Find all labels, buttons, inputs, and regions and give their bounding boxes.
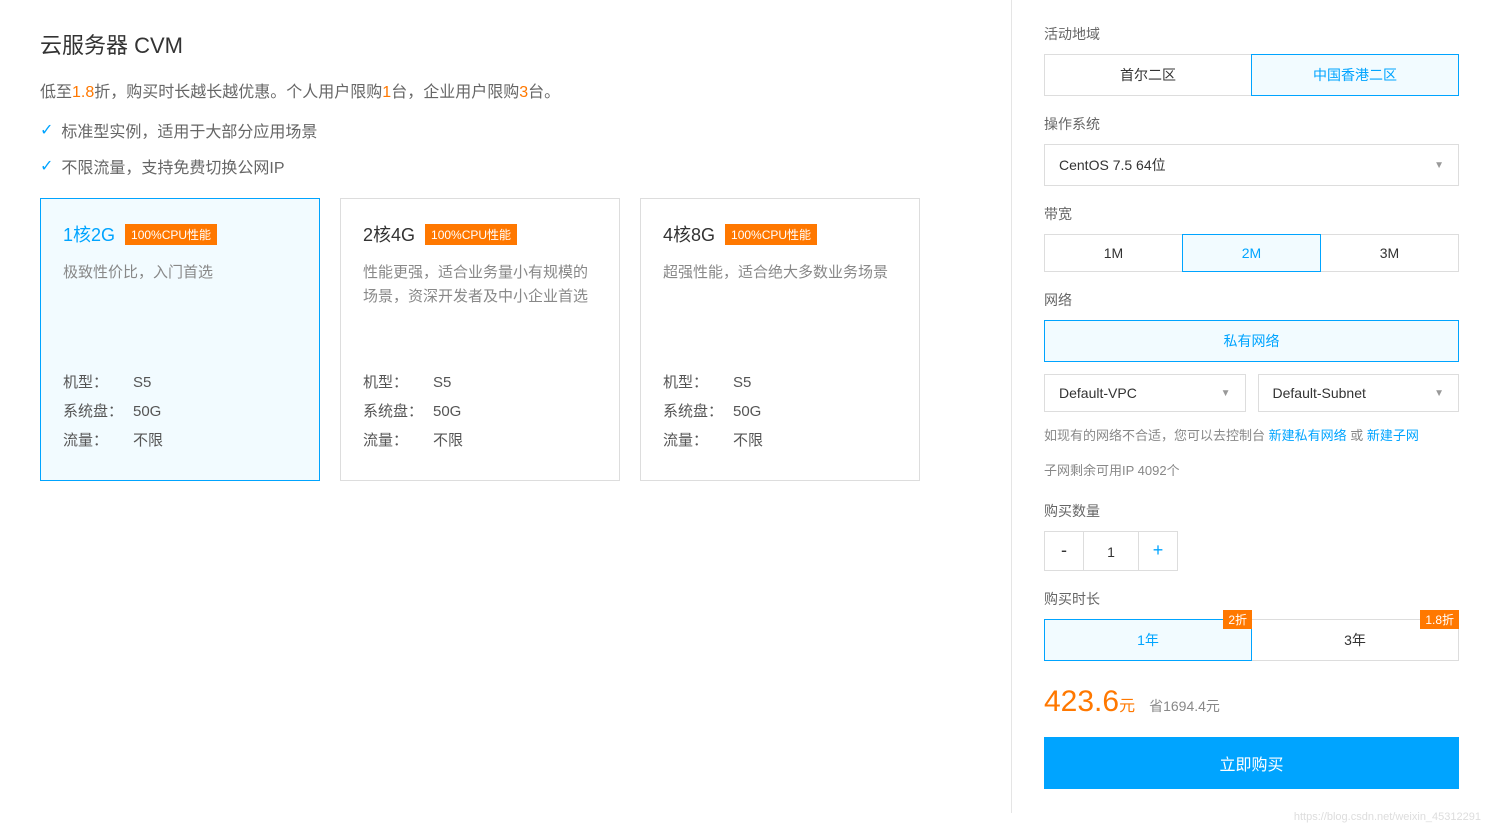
card-disk: 系统盘：50G — [363, 400, 597, 421]
card-model: 机型：S5 — [363, 371, 597, 392]
subnet-select[interactable]: Default-Subnet ▼ — [1258, 374, 1460, 412]
create-subnet-link[interactable]: 新建子网 — [1367, 428, 1419, 443]
feature-row: ✓ 标准型实例，适用于大部分应用场景 — [40, 118, 971, 142]
cpu-badge: 100%CPU性能 — [425, 224, 517, 245]
card-spec: 4核8G — [663, 221, 715, 247]
subnet-ip-hint: 子网剩余可用IP 4092个 — [1044, 459, 1459, 482]
bw-option-2m[interactable]: 2M — [1182, 234, 1321, 272]
card-disk: 系统盘：50G — [663, 400, 897, 421]
network-label: 网络 — [1044, 290, 1459, 310]
card-model: 机型：S5 — [663, 371, 897, 392]
qty-plus-button[interactable]: + — [1138, 531, 1178, 571]
discount-badge: 2折 — [1223, 610, 1252, 629]
saving-text: 省1694.4元 — [1149, 696, 1220, 716]
bw-option-1m[interactable]: 1M — [1044, 234, 1183, 272]
spec-card-4c8g[interactable]: 4核8G 100%CPU性能 超强性能，适合绝大多数业务场景 机型：S5 系统盘… — [640, 198, 920, 481]
region-label: 活动地域 — [1044, 24, 1459, 44]
source-url: https://blog.csdn.net/weixin_45312291 — [1294, 811, 1481, 823]
quantity-label: 购买数量 — [1044, 501, 1459, 521]
buy-now-button[interactable]: 立即购买 — [1044, 737, 1459, 789]
network-hint: 如现有的网络不合适，您可以去控制台 新建私有网络 或 新建子网 — [1044, 424, 1459, 447]
os-value: CentOS 7.5 64位 — [1059, 155, 1166, 175]
vpc-select[interactable]: Default-VPC ▼ — [1044, 374, 1246, 412]
caret-down-icon: ▼ — [1434, 388, 1444, 399]
feature-row: ✓ 不限流量，支持免费切换公网IP — [40, 154, 971, 178]
card-model: 机型：S5 — [63, 371, 297, 392]
spec-card-1c2g[interactable]: 1核2G 100%CPU性能 极致性价比，入门首选 机型：S5 系统盘：50G … — [40, 198, 320, 481]
card-desc: 超强性能，适合绝大多数业务场景 — [663, 261, 897, 331]
spec-cards: 1核2G 100%CPU性能 极致性价比，入门首选 机型：S5 系统盘：50G … — [40, 198, 971, 481]
card-spec: 1核2G — [63, 221, 115, 247]
subnet-value: Default-Subnet — [1273, 385, 1366, 401]
region-option-seoul[interactable]: 首尔二区 — [1044, 54, 1252, 96]
page-title: 云服务器 CVM — [40, 28, 971, 60]
region-option-hongkong[interactable]: 中国香港二区 — [1251, 54, 1459, 96]
duration-label: 购买时长 — [1044, 589, 1459, 609]
card-flow: 流量：不限 — [663, 429, 897, 450]
vpc-value: Default-VPC — [1059, 385, 1137, 401]
price: 423.6元 — [1044, 685, 1135, 719]
cpu-badge: 100%CPU性能 — [725, 224, 817, 245]
duration-option-1y[interactable]: 1年 2折 — [1044, 619, 1252, 661]
network-type-private[interactable]: 私有网络 — [1044, 320, 1459, 362]
bw-option-3m[interactable]: 3M — [1320, 234, 1459, 272]
discount-badge: 1.8折 — [1420, 610, 1459, 629]
page-subtitle: 低至1.8折，购买时长越长越优惠。个人用户限购1台，企业用户限购3台。 — [40, 78, 971, 102]
check-icon: ✓ — [40, 156, 53, 176]
card-disk: 系统盘：50G — [63, 400, 297, 421]
cpu-badge: 100%CPU性能 — [125, 224, 217, 245]
bandwidth-label: 带宽 — [1044, 204, 1459, 224]
duration-option-3y[interactable]: 3年 1.8折 — [1251, 619, 1459, 661]
caret-down-icon: ▼ — [1221, 388, 1231, 399]
qty-minus-button[interactable]: - — [1044, 531, 1084, 571]
card-desc: 极致性价比，入门首选 — [63, 261, 297, 331]
card-flow: 流量：不限 — [63, 429, 297, 450]
check-icon: ✓ — [40, 120, 53, 140]
caret-down-icon: ▼ — [1434, 160, 1444, 171]
qty-value[interactable]: 1 — [1084, 531, 1138, 571]
os-select[interactable]: CentOS 7.5 64位 ▼ — [1044, 144, 1459, 186]
create-vpc-link[interactable]: 新建私有网络 — [1269, 428, 1347, 443]
spec-card-2c4g[interactable]: 2核4G 100%CPU性能 性能更强，适合业务量小有规模的场景，资深开发者及中… — [340, 198, 620, 481]
os-label: 操作系统 — [1044, 114, 1459, 134]
card-spec: 2核4G — [363, 221, 415, 247]
card-desc: 性能更强，适合业务量小有规模的场景，资深开发者及中小企业首选 — [363, 261, 597, 331]
card-flow: 流量：不限 — [363, 429, 597, 450]
